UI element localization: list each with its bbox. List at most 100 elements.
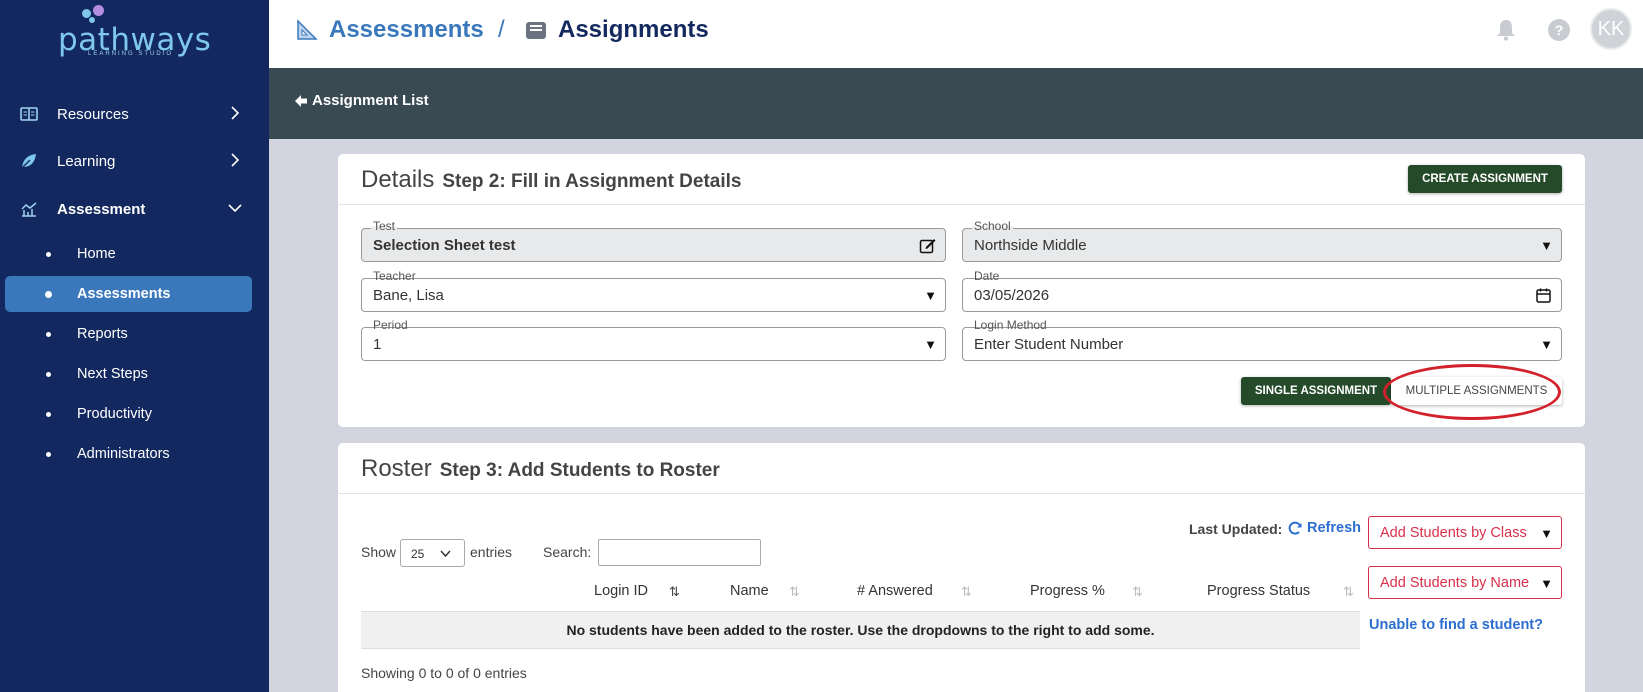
svg-text:?: ? (1555, 22, 1564, 38)
sidebar-subitem-label: Next Steps (77, 366, 148, 382)
sort-icon[interactable]: ⇅ (789, 584, 800, 600)
sidebar-subitem-label: Administrators (77, 446, 170, 462)
add-by-class-value: Add Students by Class (1380, 525, 1527, 541)
create-assignment-button[interactable]: CREATE ASSIGNMENT (1408, 165, 1562, 193)
roster-card-header: Roster Step 3: Add Students to Roster (338, 443, 1585, 494)
logo-tagline: LEARNING STUDIO (88, 51, 174, 57)
caret-down-icon: ▼ (1540, 526, 1553, 541)
bullet-icon (46, 332, 51, 337)
sidebar-subitem-label: Assessments (77, 286, 171, 302)
chevron-down-icon (440, 550, 451, 558)
teacher-label: Teacher (371, 269, 418, 283)
sidebar-subitem-label: Productivity (77, 406, 152, 422)
roster-step: Step 3: Add Students to Roster (439, 460, 720, 481)
login-method-label: Login Method (972, 318, 1049, 332)
subheader-bar: Assignment List (269, 68, 1643, 139)
sidebar-subitem-next-steps[interactable]: Next Steps (5, 356, 252, 392)
sidebar-item-label: Assessment (57, 200, 146, 218)
sidebar-subitem-productivity[interactable]: Productivity (5, 396, 252, 432)
test-label: Test (371, 219, 398, 233)
topbar: Assessments / Assignments ? KK (269, 0, 1643, 68)
arrow-left-icon (295, 94, 307, 107)
add-students-by-name-select[interactable]: Add Students by Name ▼ (1368, 566, 1562, 599)
roster-title-text: Roster (361, 455, 432, 482)
logo-dot (93, 5, 104, 16)
roster-title: Roster Step 3: Add Students to Roster (361, 455, 720, 483)
date-value: 03/05/2026 (974, 287, 1050, 304)
teacher-select[interactable]: Teacher Bane, Lisa ▼ (361, 269, 946, 312)
book-icon (20, 107, 38, 121)
breadcrumb-assessments[interactable]: Assessments (329, 16, 484, 44)
search-input[interactable] (598, 539, 761, 566)
chart-line-icon (21, 202, 37, 217)
period-label: Period (371, 318, 410, 332)
bullet-icon (46, 452, 51, 457)
bullet-icon (46, 252, 51, 257)
assignment-list-link[interactable]: Assignment List (294, 92, 429, 109)
column-header-progress-status[interactable]: Progress Status (1207, 583, 1310, 599)
school-value: Northside Middle (974, 237, 1087, 254)
sidebar: pathways LEARNING STUDIO Resources Learn… (0, 0, 269, 692)
period-select[interactable]: Period 1 ▼ (361, 318, 946, 361)
single-assignment-button[interactable]: SINGLE ASSIGNMENT (1241, 377, 1391, 405)
teacher-value: Bane, Lisa (373, 287, 444, 304)
school-select[interactable]: School Northside Middle ▼ (962, 219, 1562, 262)
pathways-logo[interactable]: pathways LEARNING STUDIO (58, 4, 211, 58)
test-value: Selection Sheet test (373, 237, 516, 254)
last-updated-label: Last Updated: (1189, 521, 1283, 537)
details-title-text: Details (361, 166, 435, 193)
sidebar-subitem-reports[interactable]: Reports (5, 316, 252, 352)
period-value: 1 (373, 336, 382, 353)
entries-select[interactable]: 25 (400, 539, 465, 567)
caret-down-icon: ▼ (924, 288, 937, 303)
unable-to-find-student-link[interactable]: Unable to find a student? (1369, 617, 1543, 633)
sidebar-subitem-label: Reports (77, 326, 128, 342)
sidebar-item-assessment[interactable]: Assessment (0, 189, 269, 229)
caret-down-icon: ▼ (1540, 337, 1553, 352)
entries-value: 25 (411, 547, 425, 561)
breadcrumb-separator: / (498, 16, 505, 43)
bell-icon[interactable] (1493, 17, 1519, 43)
sort-icon[interactable]: ⇅ (1343, 584, 1354, 600)
sidebar-item-resources[interactable]: Resources (0, 94, 269, 134)
sort-asc-icon[interactable]: ⇅ (669, 584, 680, 600)
column-header-answered[interactable]: # Answered (857, 583, 933, 599)
date-label: Date (972, 269, 1002, 283)
column-header-progress-percent[interactable]: Progress % (1030, 583, 1105, 599)
login-method-select[interactable]: Login Method Enter Student Number ▼ (962, 318, 1562, 361)
edit-icon[interactable] (919, 237, 936, 254)
sidebar-subitem-home[interactable]: Home (5, 236, 252, 272)
sidebar-item-label: Learning (57, 152, 116, 170)
chevron-down-icon (228, 204, 242, 213)
column-header-name[interactable]: Name (730, 583, 769, 599)
help-icon[interactable]: ? (1546, 17, 1572, 43)
show-label: Show (361, 544, 397, 560)
chevron-right-icon (231, 106, 240, 120)
school-label: School (972, 219, 1013, 233)
details-title: Details Step 2: Fill in Assignment Detai… (361, 166, 742, 194)
search-label: Search: (543, 544, 592, 560)
column-header-login-id[interactable]: Login ID (594, 583, 648, 599)
add-students-by-class-select[interactable]: Add Students by Class ▼ (1368, 516, 1562, 549)
sidebar-subitem-administrators[interactable]: Administrators (5, 436, 252, 472)
sort-icon[interactable]: ⇅ (961, 584, 972, 600)
calendar-icon[interactable] (1535, 287, 1552, 304)
test-field[interactable]: Test Selection Sheet test (361, 219, 946, 262)
empty-table-row: No students have been added to the roste… (361, 611, 1360, 649)
sidebar-subitem-assessments[interactable]: Assessments (5, 276, 252, 312)
multiple-assignments-button[interactable]: MULTIPLE ASSIGNMENTS (1391, 377, 1562, 405)
chevron-right-icon (231, 153, 240, 167)
table-info: Showing 0 to 0 of 0 entries (361, 665, 527, 681)
page-title: Assignments (558, 16, 709, 43)
refresh-button[interactable]: Refresh (1288, 520, 1361, 536)
date-field[interactable]: Date 03/05/2026 (962, 269, 1562, 312)
sort-icon[interactable]: ⇅ (1132, 584, 1143, 600)
triangle-ruler-icon (297, 19, 318, 40)
avatar[interactable]: KK (1590, 8, 1632, 50)
caret-down-icon: ▼ (924, 337, 937, 352)
details-step: Step 2: Fill in Assignment Details (442, 171, 742, 192)
inbox-tray-icon (526, 22, 546, 39)
details-card-header: Details Step 2: Fill in Assignment Detai… (338, 154, 1585, 205)
bullet-icon (46, 372, 51, 377)
sidebar-item-learning[interactable]: Learning (0, 141, 269, 181)
